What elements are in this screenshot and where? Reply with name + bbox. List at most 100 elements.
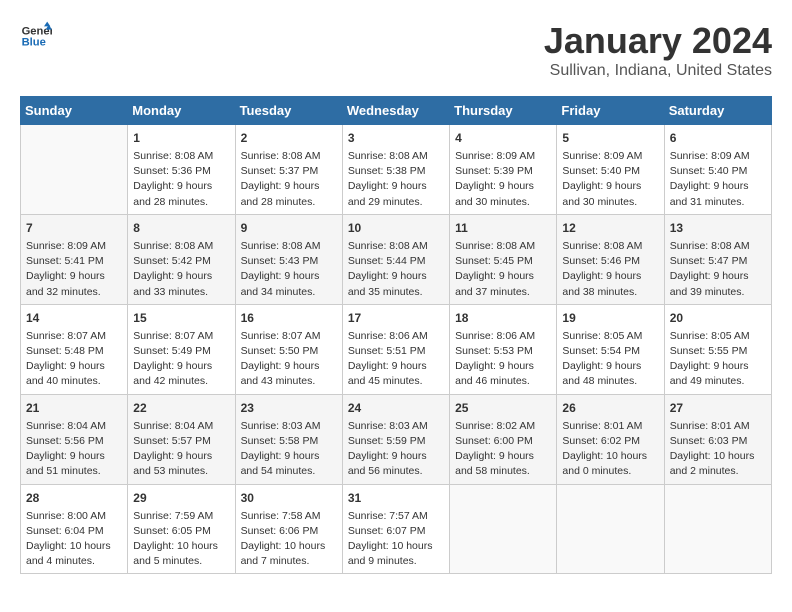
day-info: Sunrise: 8:08 AMSunset: 5:42 PMDaylight:…: [133, 239, 229, 300]
day-number: 31: [348, 489, 444, 507]
logo-icon: General Blue: [20, 20, 52, 52]
calendar-cell: 1Sunrise: 8:08 AMSunset: 5:36 PMDaylight…: [128, 125, 235, 215]
calendar-subtitle: Sullivan, Indiana, United States: [544, 62, 772, 80]
calendar-cell: 20 Sunrise: 8:05 AMSunset: 5:55 PMDayligh…: [664, 304, 771, 394]
day-info: Sunrise: 8:08 AMSunset: 5:44 PMDaylight:…: [348, 239, 444, 300]
day-number: 24: [348, 399, 444, 417]
day-info: Sunrise: 8:01 AMSunset: 6:03 PMDaylight:…: [670, 419, 766, 480]
calendar-title: January 2024: [544, 20, 772, 62]
day-info: Sunrise: 8:07 AMSunset: 5:48 PMDaylight:…: [26, 329, 122, 390]
calendar-cell: [664, 484, 771, 574]
day-number: 20: [670, 309, 766, 327]
day-number: 8: [133, 219, 229, 237]
day-number: 12: [562, 219, 658, 237]
column-header-tuesday: Tuesday: [235, 97, 342, 125]
calendar-cell: 2 Sunrise: 8:08 AMSunset: 5:37 PMDaylight…: [235, 125, 342, 215]
day-info: Sunrise: 8:08 AMSunset: 5:38 PMDaylight:…: [348, 149, 444, 210]
day-info: Sunrise: 8:09 AMSunset: 5:41 PMDaylight:…: [26, 239, 122, 300]
svg-text:Blue: Blue: [22, 37, 46, 49]
calendar-cell: 16 Sunrise: 8:07 AMSunset: 5:50 PMDayligh…: [235, 304, 342, 394]
day-number: 15: [133, 309, 229, 327]
calendar-cell: 21 Sunrise: 8:04 AMSunset: 5:56 PMDayligh…: [21, 394, 128, 484]
day-number: 16: [241, 309, 337, 327]
day-info: Sunrise: 8:08 AMSunset: 5:37 PMDaylight:…: [241, 149, 337, 210]
day-info: Sunrise: 8:09 AMSunset: 5:39 PMDaylight:…: [455, 149, 551, 210]
page-header: General Blue January 2024 Sullivan, Indi…: [20, 20, 772, 80]
day-info: Sunrise: 8:05 AMSunset: 5:55 PMDaylight:…: [670, 329, 766, 390]
column-header-sunday: Sunday: [21, 97, 128, 125]
day-info: Sunrise: 8:08 AMSunset: 5:45 PMDaylight:…: [455, 239, 551, 300]
day-number: 22: [133, 399, 229, 417]
day-info: Sunrise: 8:07 AMSunset: 5:50 PMDaylight:…: [241, 329, 337, 390]
day-info: Sunrise: 8:03 AMSunset: 5:59 PMDaylight:…: [348, 419, 444, 480]
day-number: 25: [455, 399, 551, 417]
calendar-cell: 19 Sunrise: 8:05 AMSunset: 5:54 PMDayligh…: [557, 304, 664, 394]
week-row-5: 28 Sunrise: 8:00 AMSunset: 6:04 PMDayligh…: [21, 484, 772, 574]
calendar-cell: 31 Sunrise: 7:57 AMSunset: 6:07 PMDayligh…: [342, 484, 449, 574]
day-number: 2: [241, 129, 337, 147]
calendar-cell: 10 Sunrise: 8:08 AMSunset: 5:44 PMDayligh…: [342, 214, 449, 304]
day-number: 28: [26, 489, 122, 507]
calendar-table: SundayMondayTuesdayWednesdayThursdayFrid…: [20, 96, 772, 574]
calendar-cell: 3Sunrise: 8:08 AMSunset: 5:38 PMDaylight…: [342, 125, 449, 215]
day-info: Sunrise: 7:58 AMSunset: 6:06 PMDaylight:…: [241, 509, 337, 570]
day-number: 9: [241, 219, 337, 237]
calendar-cell: 29 Sunrise: 7:59 AMSunset: 6:05 PMDayligh…: [128, 484, 235, 574]
day-number: 1: [133, 129, 229, 147]
calendar-cell: 23Sunrise: 8:03 AMSunset: 5:58 PMDayligh…: [235, 394, 342, 484]
calendar-cell: 9 Sunrise: 8:08 AMSunset: 5:43 PMDaylight…: [235, 214, 342, 304]
calendar-cell: 26Sunrise: 8:01 AMSunset: 6:02 PMDayligh…: [557, 394, 664, 484]
calendar-cell: 28 Sunrise: 8:00 AMSunset: 6:04 PMDayligh…: [21, 484, 128, 574]
calendar-cell: 7 Sunrise: 8:09 AMSunset: 5:41 PMDaylight…: [21, 214, 128, 304]
week-row-3: 14Sunrise: 8:07 AMSunset: 5:48 PMDayligh…: [21, 304, 772, 394]
day-info: Sunrise: 8:01 AMSunset: 6:02 PMDaylight:…: [562, 419, 658, 480]
calendar-cell: 5 Sunrise: 8:09 AMSunset: 5:40 PMDaylight…: [557, 125, 664, 215]
day-info: Sunrise: 8:04 AMSunset: 5:57 PMDaylight:…: [133, 419, 229, 480]
calendar-cell: [557, 484, 664, 574]
day-info: Sunrise: 8:05 AMSunset: 5:54 PMDaylight:…: [562, 329, 658, 390]
calendar-cell: 30Sunrise: 7:58 AMSunset: 6:06 PMDayligh…: [235, 484, 342, 574]
week-row-4: 21 Sunrise: 8:04 AMSunset: 5:56 PMDayligh…: [21, 394, 772, 484]
calendar-cell: 14Sunrise: 8:07 AMSunset: 5:48 PMDayligh…: [21, 304, 128, 394]
day-info: Sunrise: 8:04 AMSunset: 5:56 PMDaylight:…: [26, 419, 122, 480]
day-info: Sunrise: 8:09 AMSunset: 5:40 PMDaylight:…: [562, 149, 658, 210]
calendar-cell: 15 Sunrise: 8:07 AMSunset: 5:49 PMDayligh…: [128, 304, 235, 394]
calendar-cell: 13Sunrise: 8:08 AMSunset: 5:47 PMDayligh…: [664, 214, 771, 304]
day-info: Sunrise: 8:08 AMSunset: 5:43 PMDaylight:…: [241, 239, 337, 300]
day-number: 5: [562, 129, 658, 147]
day-info: Sunrise: 8:03 AMSunset: 5:58 PMDaylight:…: [241, 419, 337, 480]
day-info: Sunrise: 8:09 AMSunset: 5:40 PMDaylight:…: [670, 149, 766, 210]
calendar-cell: 4Sunrise: 8:09 AMSunset: 5:39 PMDaylight…: [450, 125, 557, 215]
day-number: 10: [348, 219, 444, 237]
week-row-2: 7 Sunrise: 8:09 AMSunset: 5:41 PMDaylight…: [21, 214, 772, 304]
title-block: January 2024 Sullivan, Indiana, United S…: [544, 20, 772, 80]
day-info: Sunrise: 8:00 AMSunset: 6:04 PMDaylight:…: [26, 509, 122, 570]
column-header-saturday: Saturday: [664, 97, 771, 125]
calendar-cell: 17 Sunrise: 8:06 AMSunset: 5:51 PMDayligh…: [342, 304, 449, 394]
logo: General Blue: [20, 20, 52, 52]
day-info: Sunrise: 7:59 AMSunset: 6:05 PMDaylight:…: [133, 509, 229, 570]
day-number: 17: [348, 309, 444, 327]
calendar-cell: 11 Sunrise: 8:08 AMSunset: 5:45 PMDayligh…: [450, 214, 557, 304]
column-header-wednesday: Wednesday: [342, 97, 449, 125]
day-info: Sunrise: 7:57 AMSunset: 6:07 PMDaylight:…: [348, 509, 444, 570]
calendar-cell: 8 Sunrise: 8:08 AMSunset: 5:42 PMDaylight…: [128, 214, 235, 304]
column-header-friday: Friday: [557, 97, 664, 125]
day-number: 21: [26, 399, 122, 417]
day-info: Sunrise: 8:06 AMSunset: 5:51 PMDaylight:…: [348, 329, 444, 390]
calendar-cell: 6Sunrise: 8:09 AMSunset: 5:40 PMDaylight…: [664, 125, 771, 215]
calendar-cell: 18Sunrise: 8:06 AMSunset: 5:53 PMDayligh…: [450, 304, 557, 394]
day-number: 29: [133, 489, 229, 507]
day-info: Sunrise: 8:07 AMSunset: 5:49 PMDaylight:…: [133, 329, 229, 390]
day-number: 7: [26, 219, 122, 237]
day-info: Sunrise: 8:08 AMSunset: 5:46 PMDaylight:…: [562, 239, 658, 300]
calendar-cell: 25 Sunrise: 8:02 AMSunset: 6:00 PMDayligh…: [450, 394, 557, 484]
day-number: 19: [562, 309, 658, 327]
day-number: 27: [670, 399, 766, 417]
day-info: Sunrise: 8:08 AMSunset: 5:47 PMDaylight:…: [670, 239, 766, 300]
week-row-1: 1Sunrise: 8:08 AMSunset: 5:36 PMDaylight…: [21, 125, 772, 215]
column-header-row: SundayMondayTuesdayWednesdayThursdayFrid…: [21, 97, 772, 125]
day-info: Sunrise: 8:02 AMSunset: 6:00 PMDaylight:…: [455, 419, 551, 480]
calendar-cell: 24 Sunrise: 8:03 AMSunset: 5:59 PMDayligh…: [342, 394, 449, 484]
day-number: 11: [455, 219, 551, 237]
